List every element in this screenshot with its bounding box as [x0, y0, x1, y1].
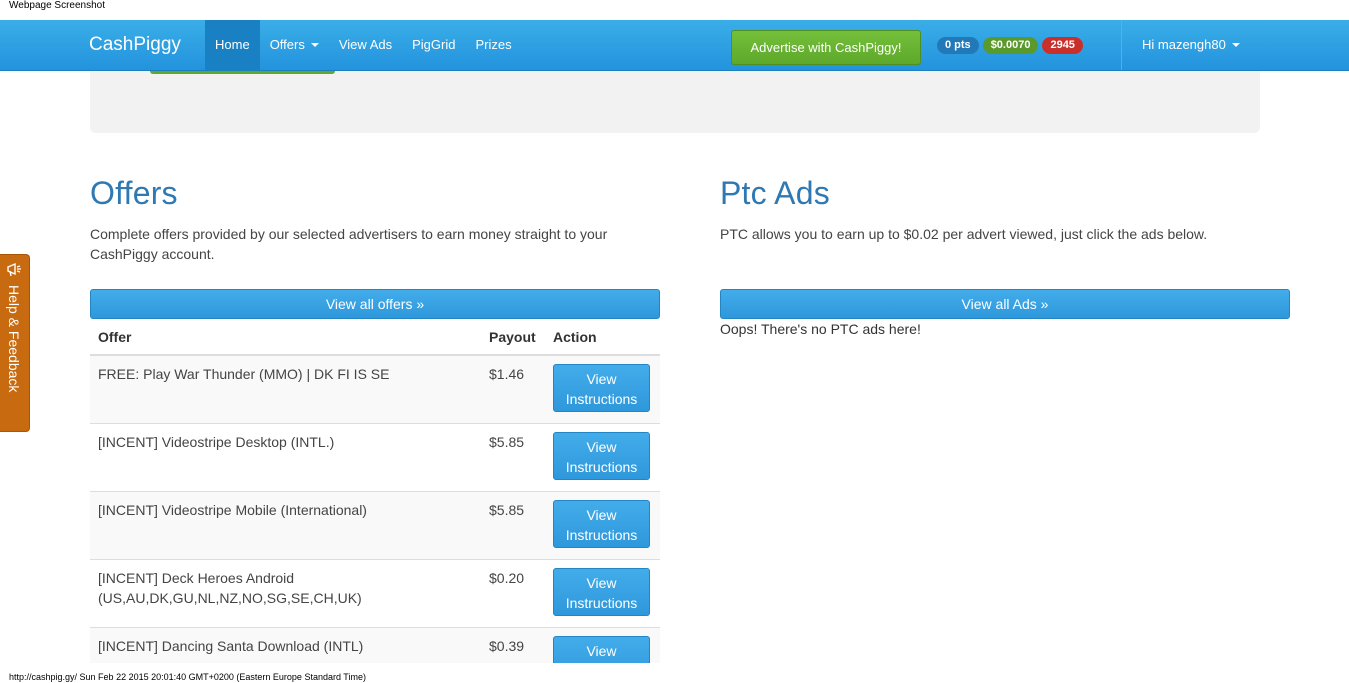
balance-badge: $0.0070 [982, 37, 1039, 54]
main-nav: Home Offers View Ads PigGrid Prizes [205, 20, 522, 70]
header-action: Action [545, 320, 660, 356]
table-row: [INCENT] Videostripe Mobile (Internation… [90, 491, 660, 560]
nav-home[interactable]: Home [205, 20, 260, 70]
nav-offers-label: Offers [269, 37, 305, 52]
offer-name: [INCENT] Videostripe Mobile (Internation… [90, 491, 481, 560]
caret-down-icon [1231, 43, 1240, 47]
nav-view-ads[interactable]: View Ads [329, 20, 402, 70]
advertise-button[interactable]: Advertise with CashPiggy! [731, 30, 921, 65]
offers-description: Complete offers provided by our selected… [90, 226, 608, 262]
view-instructions-button[interactable]: View Instructions [553, 636, 650, 663]
offers-table: Offer Payout Action FREE: Play War Thund… [90, 320, 660, 663]
nav-view-ads-label: View Ads [338, 37, 393, 52]
offer-payout: $5.85 [481, 491, 545, 560]
view-instructions-button[interactable]: View Instructions [553, 500, 650, 548]
capture-title: Webpage Screenshot [9, 0, 105, 11]
hero-button-edge[interactable] [150, 71, 335, 74]
view-instructions-button[interactable]: View Instructions [553, 364, 650, 412]
offer-payout: $5.85 [481, 423, 545, 492]
table-row: [INCENT] Dancing Santa Download (INTL) $… [90, 627, 660, 663]
view-instructions-button[interactable]: View Instructions [553, 568, 650, 616]
top-navbar: CashPiggy Home Offers View Ads PigGrid P… [0, 20, 1349, 71]
ptc-empty-message: Oops! There's no PTC ads here! [720, 321, 921, 337]
nav-prizes[interactable]: Prizes [465, 20, 521, 70]
user-menu-label: Hi mazengh80 [1142, 37, 1226, 52]
count-badge: 2945 [1042, 37, 1083, 54]
megaphone-icon [7, 262, 21, 277]
offers-table-header: Offer Payout Action [90, 320, 660, 356]
offer-payout: $1.46 [481, 354, 545, 424]
header-offer: Offer [90, 320, 481, 356]
table-row: FREE: Play War Thunder (MMO) | DK FI IS … [90, 354, 660, 424]
header-payout: Payout [481, 320, 545, 356]
nav-piggrid-label: PigGrid [412, 37, 456, 52]
capture-footer: http://cashpig.gy/ Sun Feb 22 2015 20:01… [9, 672, 366, 682]
offers-title: Offers [90, 175, 178, 211]
nav-home-label: Home [215, 37, 250, 52]
offer-name: [INCENT] Videostripe Desktop (INTL.) [90, 423, 481, 492]
table-row: [INCENT] Deck Heroes Android (US,AU,DK,G… [90, 559, 660, 628]
view-instructions-button[interactable]: View Instructions [553, 432, 650, 480]
ptc-description: PTC allows you to earn up to $0.02 per a… [720, 226, 1208, 242]
caret-down-icon [310, 43, 319, 47]
view-all-ads-button[interactable]: View all Ads » [720, 289, 1290, 319]
view-all-offers-button[interactable]: View all offers » [90, 289, 660, 319]
nav-piggrid[interactable]: PigGrid [402, 20, 465, 70]
offer-payout: $0.39 [481, 627, 545, 663]
ptc-title: Ptc Ads [720, 175, 830, 211]
offer-payout: $0.20 [481, 559, 545, 628]
brand-logo[interactable]: CashPiggy [89, 20, 181, 70]
offer-name: [INCENT] Deck Heroes Android (US,AU,DK,G… [90, 559, 481, 628]
offer-name: FREE: Play War Thunder (MMO) | DK FI IS … [90, 354, 481, 424]
points-badge: 0 pts [937, 37, 979, 54]
nav-prizes-label: Prizes [475, 37, 512, 52]
user-menu[interactable]: Hi mazengh80 [1121, 20, 1349, 70]
help-feedback-label: Help & Feedback [6, 285, 22, 393]
account-badges: 0 pts $0.0070 2945 [937, 37, 1083, 54]
help-feedback-tab[interactable]: Help & Feedback [0, 254, 30, 432]
nav-offers[interactable]: Offers [260, 20, 329, 70]
table-row: [INCENT] Videostripe Desktop (INTL.) $5.… [90, 423, 660, 492]
hero-panel [90, 71, 1260, 133]
offer-name: [INCENT] Dancing Santa Download (INTL) [90, 627, 481, 663]
